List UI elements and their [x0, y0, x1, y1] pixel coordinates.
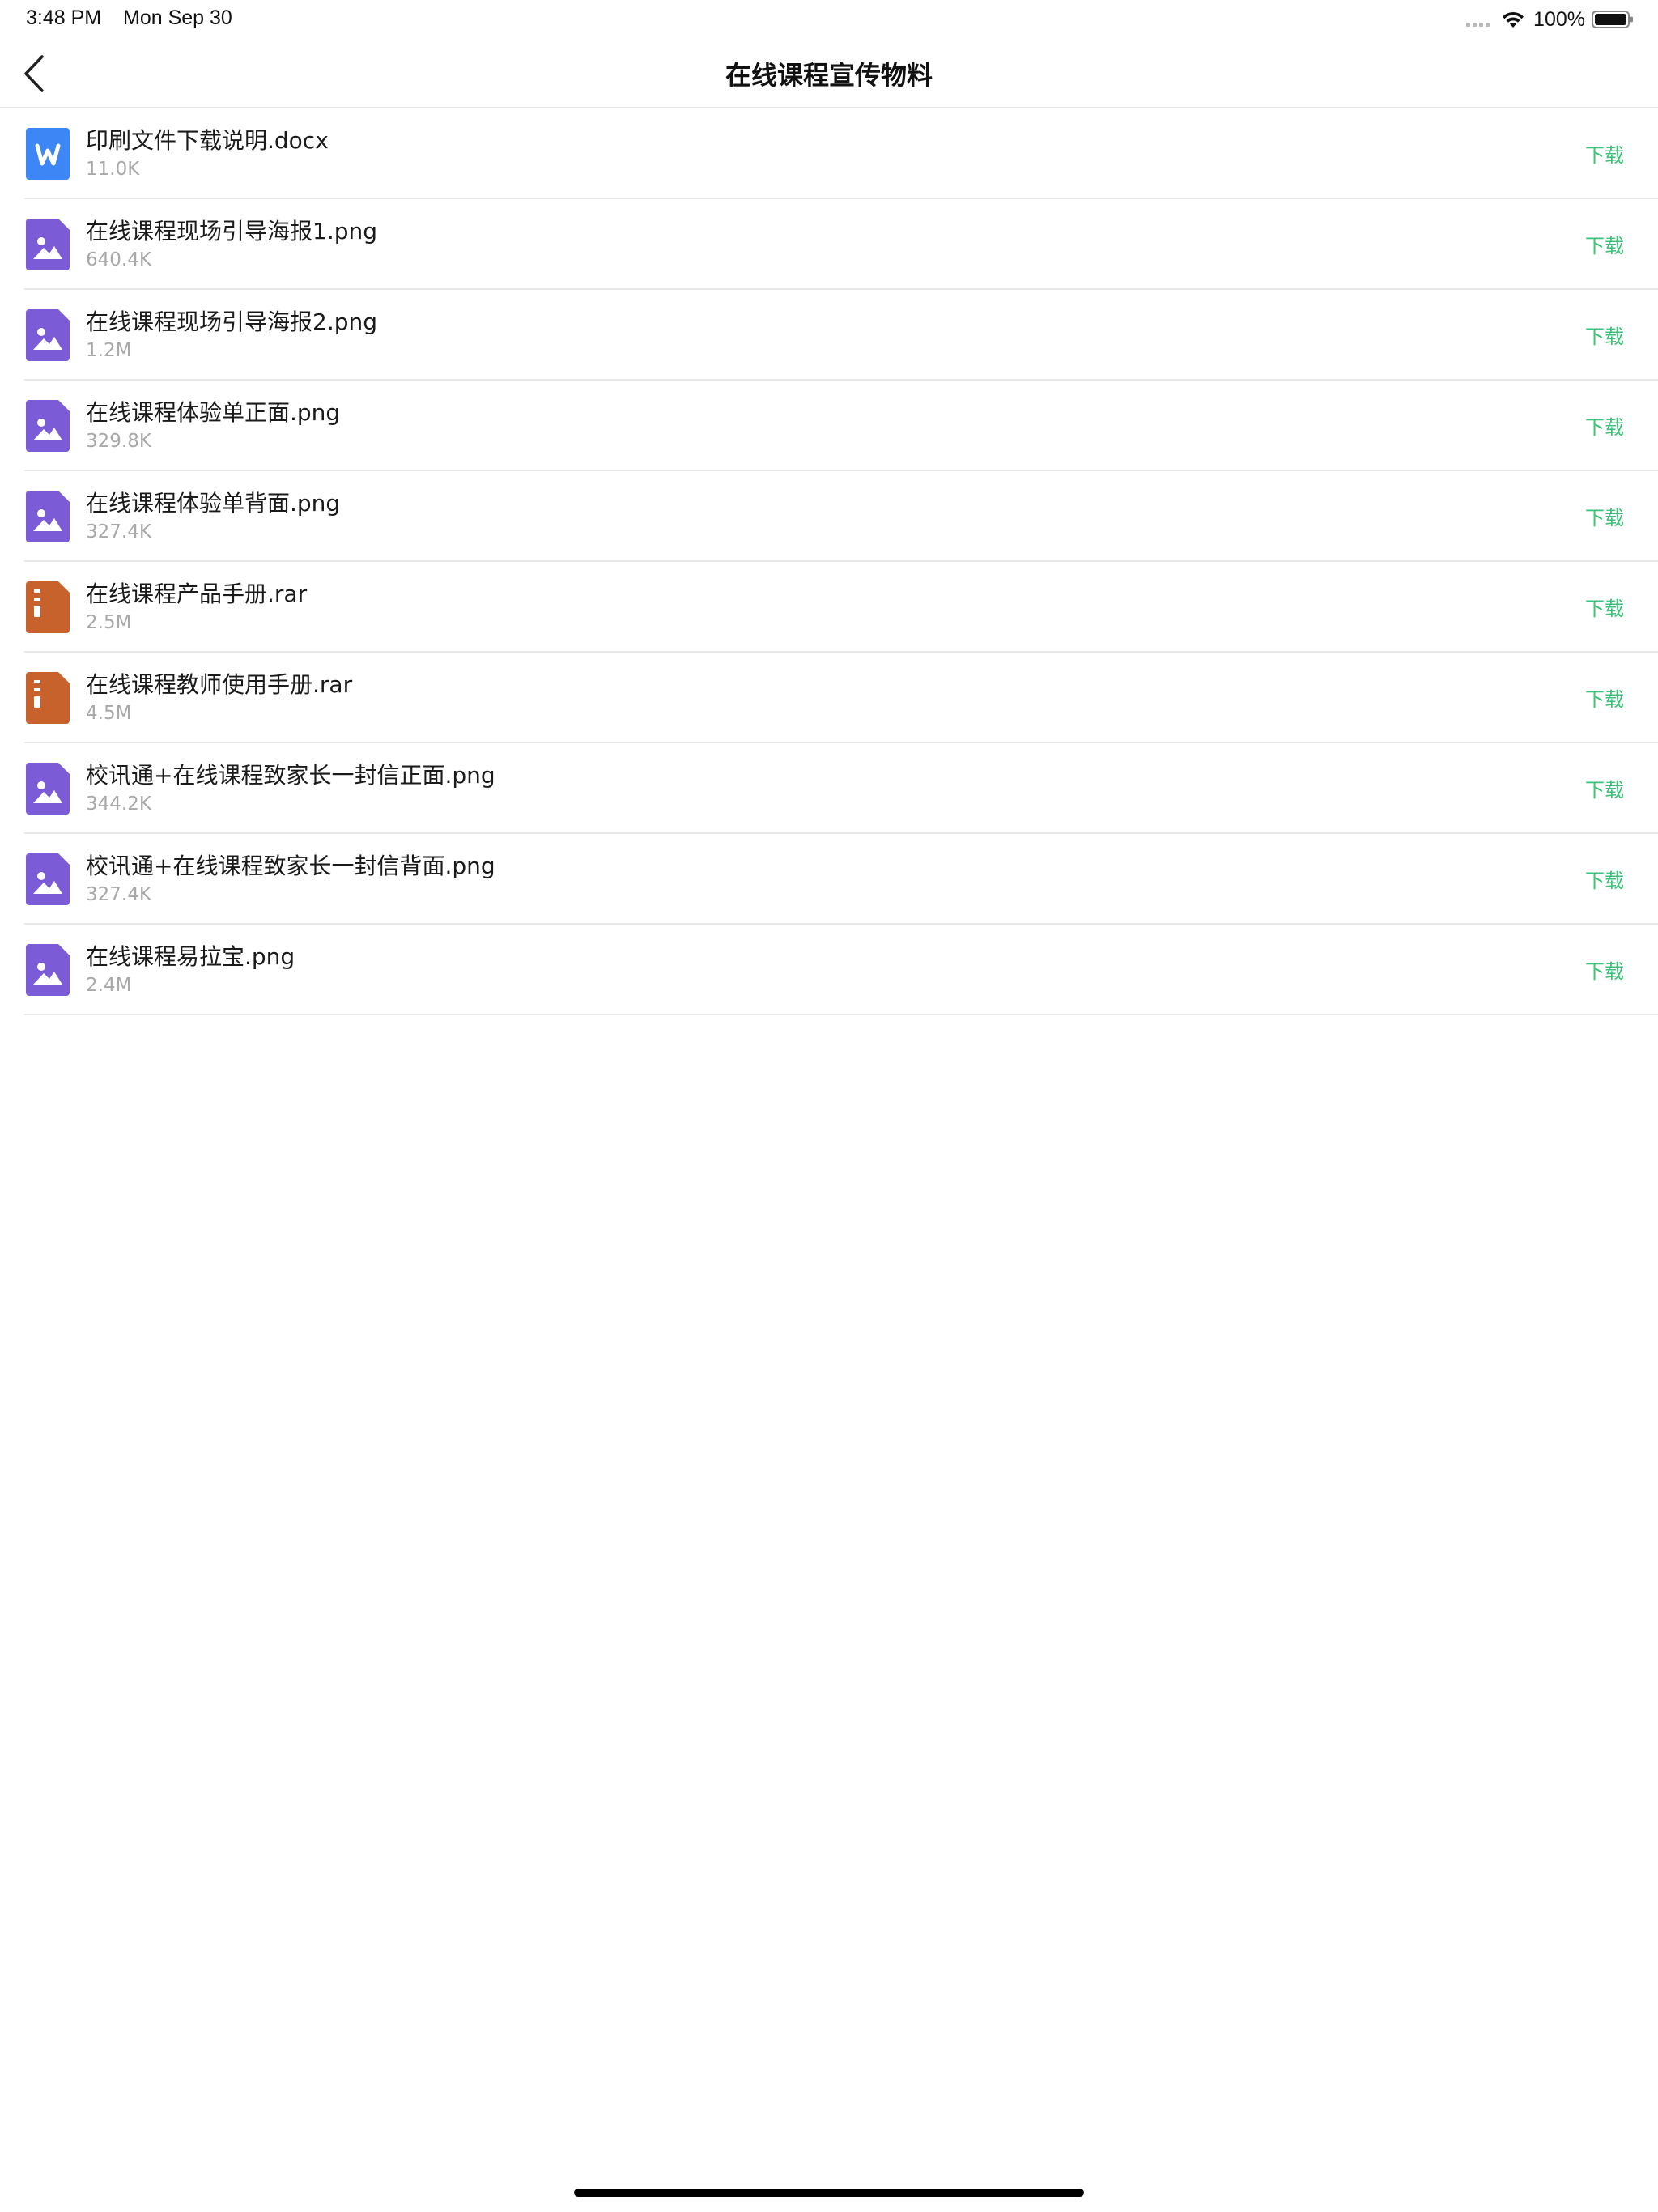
- image-file-icon: [26, 853, 70, 905]
- download-button[interactable]: 下载: [1585, 411, 1624, 440]
- file-size: 640.4K: [86, 249, 151, 270]
- battery-icon: [1592, 11, 1633, 28]
- image-file-icon: [26, 219, 70, 270]
- file-name: 印刷文件下载说明.docx: [86, 127, 329, 154]
- file-row[interactable]: 在线课程现场引导海报2.png 1.2M 下载: [0, 290, 1658, 381]
- image-file-icon: [26, 491, 70, 542]
- file-row[interactable]: 校讯通+在线课程致家长一封信背面.png 327.4K 下载: [0, 834, 1658, 925]
- status-date: Mon Sep 30: [123, 6, 232, 29]
- file-row[interactable]: 校讯通+在线课程致家长一封信正面.png 344.2K 下载: [0, 743, 1658, 834]
- download-button[interactable]: 下载: [1585, 683, 1624, 712]
- file-size: 11.0K: [86, 159, 140, 180]
- file-name: 在线课程体验单正面.png: [86, 399, 341, 426]
- file-size: 4.5M: [86, 703, 132, 724]
- nav-bar: 在线课程宣传物料: [0, 37, 1658, 108]
- file-name: 校讯通+在线课程致家长一封信背面.png: [86, 853, 495, 879]
- file-size: 1.2M: [86, 340, 132, 361]
- file-name: 在线课程易拉宝.png: [86, 943, 295, 970]
- file-name: 校讯通+在线课程致家长一封信正面.png: [86, 762, 495, 789]
- file-name: 在线课程现场引导海报1.png: [86, 218, 378, 245]
- download-button[interactable]: 下载: [1585, 502, 1624, 530]
- file-row[interactable]: 在线课程教师使用手册.rar 4.5M 下载: [0, 653, 1658, 743]
- file-row[interactable]: 在线课程产品手册.rar 2.5M 下载: [0, 562, 1658, 653]
- file-list: 印刷文件下载说明.docx 11.0K 下载 在线课程现场引导海报1.png 640.4…: [0, 108, 1658, 1015]
- signal-dots-icon: [1466, 22, 1490, 27]
- file-row[interactable]: 在线课程体验单背面.png 327.4K 下载: [0, 471, 1658, 562]
- download-button[interactable]: 下载: [1585, 774, 1624, 802]
- archive-file-icon: [26, 581, 70, 633]
- page-title: 在线课程宣传物料: [725, 60, 933, 91]
- file-row[interactable]: 在线课程易拉宝.png 2.4M 下载: [0, 925, 1658, 1015]
- file-size: 327.4K: [86, 884, 151, 905]
- file-name: 在线课程产品手册.rar: [86, 581, 308, 607]
- download-button[interactable]: 下载: [1585, 865, 1624, 893]
- file-size: 2.4M: [86, 975, 132, 996]
- file-name: 在线课程现场引导海报2.png: [86, 308, 378, 335]
- file-row[interactable]: 在线课程现场引导海报1.png 640.4K 下载: [0, 199, 1658, 290]
- battery-percent: 100%: [1533, 7, 1585, 31]
- archive-file-icon: [26, 672, 70, 724]
- download-button[interactable]: 下载: [1585, 230, 1624, 258]
- word-doc-icon: [26, 128, 70, 180]
- download-button[interactable]: 下载: [1585, 955, 1624, 984]
- file-size: 327.4K: [86, 521, 151, 542]
- wifi-icon: [1503, 11, 1524, 28]
- file-size: 344.2K: [86, 793, 151, 815]
- home-indicator[interactable]: [574, 2189, 1084, 2197]
- file-name: 在线课程教师使用手册.rar: [86, 671, 353, 698]
- image-file-icon: [26, 763, 70, 815]
- download-button[interactable]: 下载: [1585, 321, 1624, 349]
- status-bar: 3:48 PM Mon Sep 30 100%: [0, 0, 1658, 37]
- image-file-icon: [26, 309, 70, 361]
- file-row[interactable]: 印刷文件下载说明.docx 11.0K 下载: [0, 108, 1658, 199]
- download-button[interactable]: 下载: [1585, 139, 1624, 168]
- status-indicators: 100%: [1466, 6, 1634, 32]
- download-button[interactable]: 下载: [1585, 593, 1624, 621]
- file-size: 2.5M: [86, 612, 132, 633]
- image-file-icon: [26, 400, 70, 452]
- file-row[interactable]: 在线课程体验单正面.png 329.8K 下载: [0, 381, 1658, 471]
- file-name: 在线课程体验单背面.png: [86, 490, 341, 517]
- file-size: 329.8K: [86, 431, 151, 452]
- status-time: 3:48 PM: [26, 6, 102, 29]
- image-file-icon: [26, 944, 70, 996]
